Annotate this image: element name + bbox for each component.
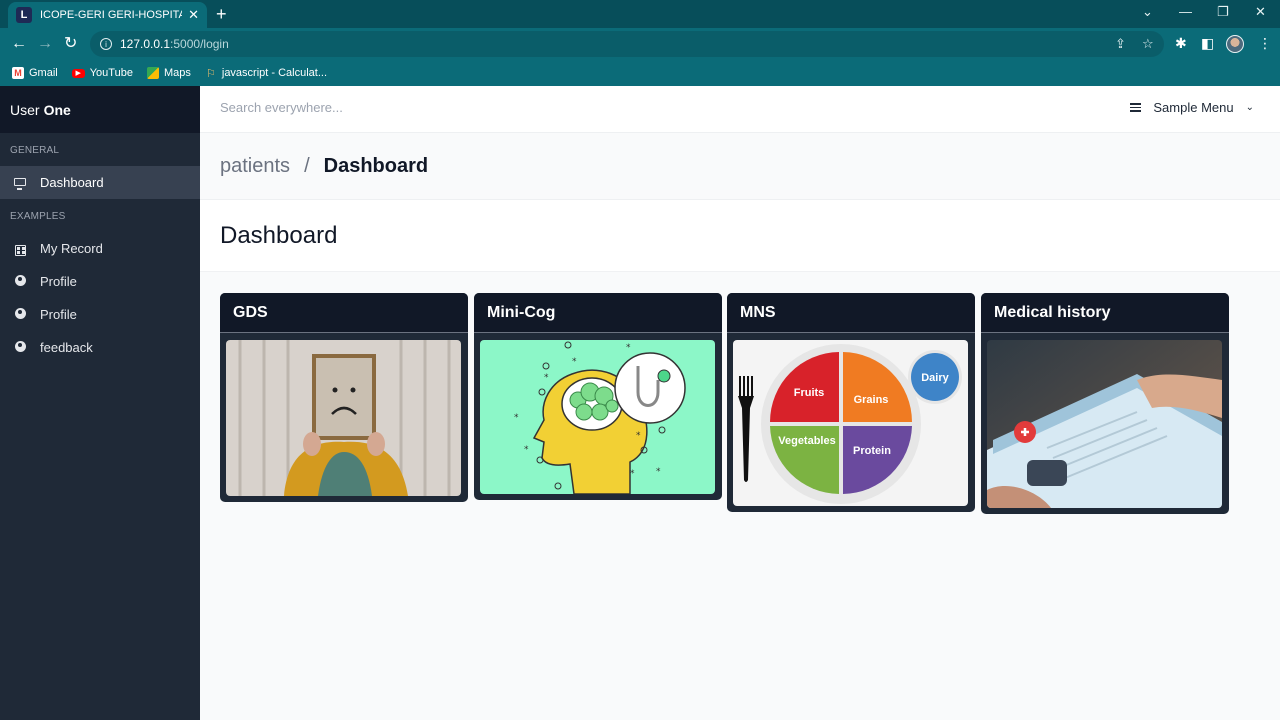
top-navbar: Sample Menu ⌄ bbox=[200, 86, 1280, 133]
svg-text:*: * bbox=[630, 469, 635, 479]
section-label-examples: EXAMPLES bbox=[10, 211, 66, 222]
bookmarks-bar: M Gmail ▶ YouTube Maps ⚐ javascript - Ca… bbox=[0, 60, 1280, 86]
bookmark-star-icon[interactable]: ☆ bbox=[1142, 36, 1154, 52]
bookmark-gmail[interactable]: M Gmail bbox=[12, 67, 58, 79]
nutrition-plate-diagram: Fruits Grains Vegetables Protein Dairy bbox=[733, 340, 968, 506]
new-tab-icon[interactable]: + bbox=[216, 4, 227, 24]
sidebar: User One GENERAL Dashboard EXAMPLES My R… bbox=[0, 86, 200, 720]
menu-label: Sample Menu bbox=[1153, 100, 1234, 115]
url-host: 127.0.0.1 bbox=[120, 37, 171, 51]
svg-text:*: * bbox=[626, 343, 631, 353]
sidebar-item-label: Dashboard bbox=[40, 175, 104, 190]
restore-icon[interactable]: ❐ bbox=[1217, 4, 1229, 20]
page-title-bar: Dashboard bbox=[200, 200, 1280, 272]
plate-label-fruits: Fruits bbox=[794, 387, 825, 399]
plate-label-protein: Protein bbox=[853, 445, 891, 457]
chevron-down-icon: ⌄ bbox=[1245, 102, 1254, 113]
user-first-name: User bbox=[10, 101, 40, 118]
sidebar-item-dashboard[interactable]: Dashboard bbox=[0, 166, 200, 199]
breadcrumb-current: Dashboard bbox=[323, 154, 429, 177]
svg-text:*: * bbox=[524, 445, 529, 455]
minimize-icon[interactable]: — bbox=[1179, 4, 1192, 19]
dashboard-content: GDS Mini-Cog * * * * * * * * MNS Fruits … bbox=[200, 272, 1280, 720]
tab-favicon-icon: L bbox=[16, 7, 32, 23]
medical-history-card[interactable]: Medical history bbox=[981, 293, 1229, 514]
sidebar-item-my-record[interactable]: My Record bbox=[0, 232, 200, 265]
card-title: GDS bbox=[220, 293, 468, 333]
bookmark-page-icon: ⚐ bbox=[205, 67, 216, 80]
maps-icon bbox=[146, 67, 159, 79]
address-bar[interactable]: i 127.0.0.1:5000/login bbox=[90, 31, 1164, 57]
svg-text:*: * bbox=[572, 357, 577, 367]
share-icon[interactable]: ⇪ bbox=[1115, 36, 1126, 52]
forward-arrow-icon[interactable]: → bbox=[37, 34, 53, 54]
breadcrumb: patients / Dashboard bbox=[200, 133, 1280, 200]
svg-text:*: * bbox=[636, 431, 641, 441]
browser-toolbar: ← → ↻ i 127.0.0.1:5000/login ⇪ ☆ bbox=[0, 28, 1280, 60]
bookmark-label: javascript - Calculat... bbox=[221, 67, 328, 79]
mini-cog-card[interactable]: Mini-Cog * * * * * * * * bbox=[474, 293, 722, 500]
bookmark-youtube[interactable]: ▶ YouTube bbox=[71, 67, 133, 79]
breadcrumb-separator: / bbox=[304, 154, 310, 177]
svg-text:*: * bbox=[544, 373, 549, 383]
gds-card[interactable]: GDS bbox=[220, 293, 468, 502]
url-path: :5000/login bbox=[170, 37, 229, 51]
profile-avatar[interactable] bbox=[1226, 35, 1244, 53]
sidebar-item-label: My Record bbox=[40, 241, 103, 256]
user-circle-icon bbox=[14, 340, 26, 355]
breadcrumb-patients-link[interactable]: patients bbox=[220, 155, 290, 178]
sidebar-item-profile-2[interactable]: Profile bbox=[0, 298, 200, 331]
medical-record-tablet-photo bbox=[987, 340, 1222, 508]
brain-head-stethoscope-illustration: * * * * * * * * bbox=[480, 340, 715, 494]
reload-icon[interactable]: ↻ bbox=[64, 34, 77, 54]
plate-label-vegetables: Vegetables bbox=[778, 435, 835, 447]
bookmark-label: Maps bbox=[163, 67, 191, 79]
sidebar-item-label: Profile bbox=[40, 274, 77, 289]
youtube-icon: ▶ bbox=[71, 68, 85, 78]
site-info-icon[interactable]: i bbox=[100, 38, 112, 50]
card-title: Mini-Cog bbox=[474, 293, 722, 333]
browser-menu-icon[interactable]: ⋮ bbox=[1258, 35, 1272, 52]
page-title: Dashboard bbox=[220, 221, 338, 249]
bookmark-label: YouTube bbox=[89, 67, 133, 79]
svg-text:*: * bbox=[656, 467, 661, 477]
hamburger-icon bbox=[1130, 103, 1142, 112]
user-last-name: One bbox=[43, 101, 71, 118]
plate-label-dairy: Dairy bbox=[921, 372, 949, 384]
table-icon bbox=[14, 241, 26, 256]
sad-face-mask-photo bbox=[226, 340, 461, 496]
sidebar-item-label: Profile bbox=[40, 307, 77, 322]
gmail-icon: M bbox=[12, 67, 24, 79]
extensions-puzzle-icon[interactable]: ✱ bbox=[1175, 35, 1187, 52]
bookmark-javascript[interactable]: ⚐ javascript - Calculat... bbox=[205, 67, 328, 80]
window-close-icon[interactable]: ✕ bbox=[1255, 4, 1266, 20]
sidebar-item-label: feedback bbox=[40, 340, 93, 355]
user-circle-icon bbox=[14, 274, 26, 289]
card-title: MNS bbox=[727, 293, 975, 333]
user-circle-icon bbox=[14, 307, 26, 322]
sidebar-item-feedback[interactable]: feedback bbox=[0, 331, 200, 364]
tab-close-icon[interactable]: ✕ bbox=[188, 7, 199, 23]
browser-tab[interactable]: L ICOPE-GERI GERI-HOSPITAL ✕ bbox=[8, 2, 207, 28]
tab-search-chevron-icon[interactable]: ⌄ bbox=[1142, 4, 1153, 20]
bookmark-maps[interactable]: Maps bbox=[146, 67, 191, 79]
tab-title: ICOPE-GERI GERI-HOSPITAL bbox=[40, 9, 183, 21]
search-input[interactable] bbox=[220, 100, 820, 115]
card-title: Medical history bbox=[981, 293, 1229, 333]
browser-tab-strip: L ICOPE-GERI GERI-HOSPITAL ✕ + ⌄ — ❐ ✕ bbox=[0, 0, 1280, 28]
side-panel-icon[interactable]: ◧ bbox=[1201, 35, 1214, 52]
mns-card[interactable]: MNS Fruits Grains Vegetables Protein Dai… bbox=[727, 293, 975, 512]
bookmark-label: Gmail bbox=[29, 67, 58, 79]
plate-label-grains: Grains bbox=[854, 394, 889, 406]
svg-text:*: * bbox=[514, 413, 519, 423]
sample-menu-dropdown[interactable]: Sample Menu ⌄ bbox=[1130, 100, 1254, 115]
sidebar-item-profile[interactable]: Profile bbox=[0, 265, 200, 298]
monitor-icon bbox=[14, 177, 26, 190]
back-arrow-icon[interactable]: ← bbox=[11, 34, 27, 54]
sidebar-brand[interactable]: User One bbox=[0, 86, 200, 133]
section-label-general: GENERAL bbox=[10, 145, 60, 156]
